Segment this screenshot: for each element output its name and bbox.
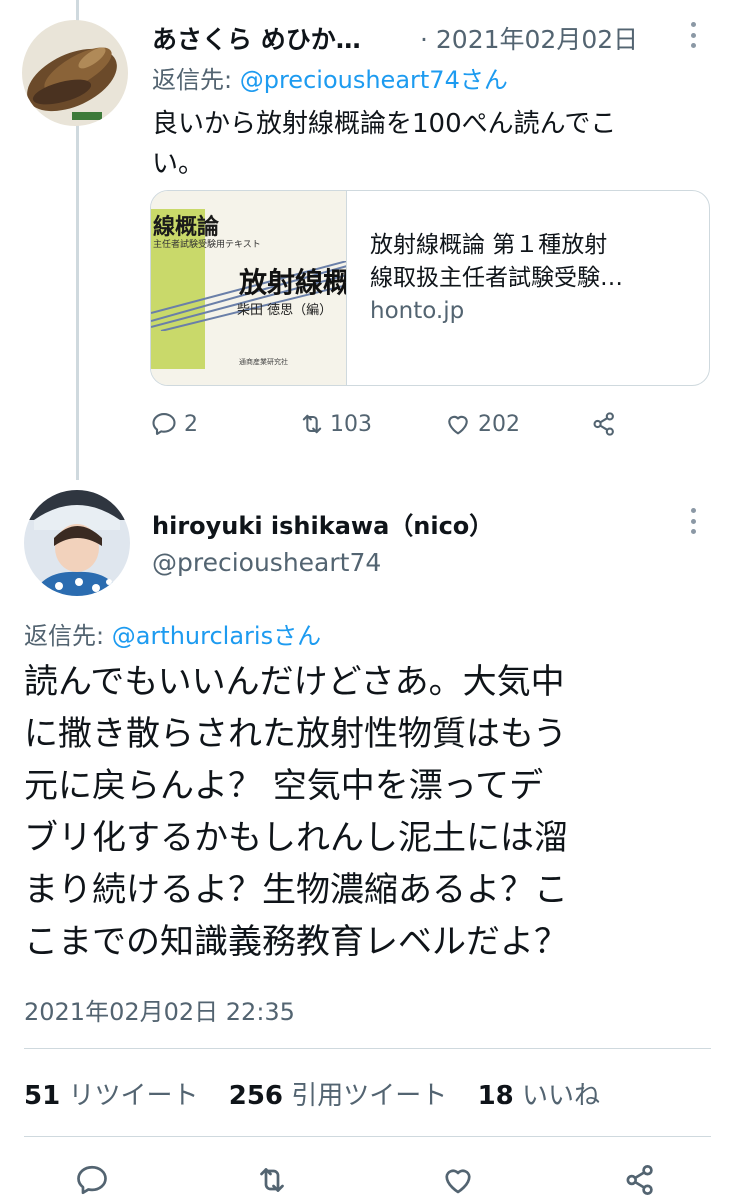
quotes-label[interactable]: 引用ツイート (291, 1081, 447, 1111)
retweet-button[interactable]: 103 (298, 410, 372, 438)
divider (24, 1048, 711, 1049)
tweet-text-line: まり続けるよ？生物濃縮あるよ？こ (24, 870, 568, 910)
reply-icon (152, 413, 176, 435)
tweet-text: 読んでもいいんだけどさあ。大気中 に撒き散らされた放射性物質はもう 元に戻らんよ… (24, 656, 568, 968)
thumb-author: 柴田 徳思（編） (237, 303, 333, 318)
retweet-count: 103 (330, 411, 372, 437)
more-icon[interactable] (690, 22, 696, 48)
retweet-icon (260, 1168, 284, 1192)
tweet-text-line: に撒き散らされた放射性物質はもう (24, 714, 567, 754)
divider (24, 1136, 711, 1137)
retweet-button[interactable] (254, 1162, 290, 1198)
reply-button[interactable]: 2 (150, 410, 198, 438)
reply-context: 返信先: @arthurclarisさん (24, 616, 321, 651)
quotes-count[interactable]: 256 (229, 1081, 283, 1111)
author-handle[interactable]: @preciousheart74 (152, 548, 381, 577)
likes-count[interactable]: 18 (478, 1081, 514, 1111)
retweets-label[interactable]: リツイート (68, 1081, 198, 1111)
card-title-line: 放射線概論 第１種放射 (370, 232, 608, 258)
author-name[interactable]: あさくら めひか… (152, 20, 361, 56)
like-icon (445, 1169, 471, 1194)
card-thumbnail: 線概論 主任者試験受験用テキスト 放射線概 柴田 徳思（編） 通商産業研究社 (151, 191, 347, 385)
tweet-text-line: ブリ化するかもしれんし泥土には溜 (24, 818, 568, 858)
reply-button[interactable] (74, 1162, 110, 1198)
tweet-date[interactable]: · 2021年02月02日 (420, 20, 638, 56)
like-button[interactable] (440, 1162, 476, 1198)
link-card[interactable]: 線概論 主任者試験受験用テキスト 放射線概 柴田 徳思（編） 通商産業研究社 放… (150, 190, 710, 386)
card-title-line: 線取扱主任者試験受験… (370, 265, 623, 291)
card-text: 放射線概論 第１種放射 線取扱主任者試験受験… honto.jp (370, 229, 690, 328)
retweets-count[interactable]: 51 (24, 1081, 60, 1111)
reply-context: 返信先: @preciousheart74さん (152, 60, 508, 95)
share-button[interactable] (590, 410, 618, 438)
likes-label[interactable]: いいね (522, 1081, 600, 1111)
author-name[interactable]: hiroyuki ishikawa（nico） (152, 506, 493, 541)
share-icon (593, 412, 614, 436)
reply-count: 2 (184, 411, 198, 437)
reply-icon (77, 1165, 107, 1195)
card-domain: honto.jp (370, 298, 465, 324)
engagement-stats: 51 リツイート 256 引用ツイート 18 いいね (24, 1075, 622, 1112)
more-icon[interactable] (690, 508, 696, 534)
like-button[interactable]: 202 (444, 410, 520, 438)
reply-handle-link[interactable]: @arthurclarisさん (112, 622, 321, 650)
like-count: 202 (478, 411, 520, 437)
reply-prefix: 返信先: (24, 622, 105, 650)
retweet-icon (302, 414, 322, 434)
tweet-text-line: い。 (152, 149, 205, 179)
thumb-publisher: 通商産業研究社 (239, 358, 288, 366)
thumb-subtitle: 主任者試験受験用テキスト (153, 240, 261, 250)
avatar[interactable] (24, 490, 130, 596)
tweet-text-line: こまでの知識義務教育レベルだよ？ (24, 922, 568, 962)
tweet-text-line: 良いから放射線概論を100ぺん読んでこ (152, 109, 617, 139)
thumb-big-title: 放射線概 (239, 266, 347, 299)
reply-handle-link[interactable]: @preciousheart74さん (240, 66, 508, 94)
like-icon (448, 415, 468, 435)
share-icon (626, 1165, 653, 1195)
reply-prefix: 返信先: (152, 66, 233, 94)
tweet-text: 良いから放射線概論を100ぺん読んでこ い。 (152, 104, 616, 184)
avatar[interactable] (22, 20, 128, 126)
share-button[interactable] (622, 1162, 658, 1198)
tweet-text-line: 元に戻らんよ？ 空気中を漂ってデ (24, 766, 544, 806)
tweet-timestamp[interactable]: 2021年02月02日 22:35 (24, 992, 295, 1027)
tweet-text-line: 読んでもいいんだけどさあ。大気中 (24, 662, 565, 702)
